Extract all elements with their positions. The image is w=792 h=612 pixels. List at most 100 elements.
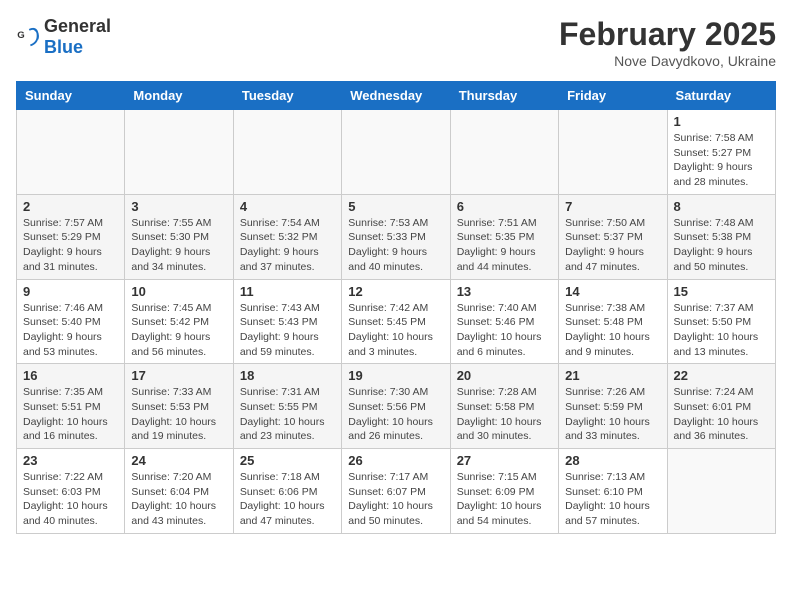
calendar-cell: 21 Sunrise: 7:26 AM Sunset: 5:59 PM Dayli…	[559, 364, 667, 449]
day-info: Sunrise: 7:57 AM Sunset: 5:29 PM Dayligh…	[23, 216, 118, 275]
calendar-cell	[17, 110, 125, 195]
day-number: 1	[674, 114, 769, 129]
day-info: Sunrise: 7:40 AM Sunset: 5:46 PM Dayligh…	[457, 301, 552, 360]
logo-blue: Blue	[44, 37, 83, 57]
day-number: 19	[348, 368, 443, 383]
calendar-cell: 15 Sunrise: 7:37 AM Sunset: 5:50 PM Dayli…	[667, 279, 775, 364]
calendar-cell: 14 Sunrise: 7:38 AM Sunset: 5:48 PM Dayli…	[559, 279, 667, 364]
day-number: 9	[23, 284, 118, 299]
day-info: Sunrise: 7:48 AM Sunset: 5:38 PM Dayligh…	[674, 216, 769, 275]
day-info: Sunrise: 7:33 AM Sunset: 5:53 PM Dayligh…	[131, 385, 226, 444]
day-header-thursday: Thursday	[450, 82, 558, 110]
calendar-cell: 5 Sunrise: 7:53 AM Sunset: 5:33 PM Daylig…	[342, 194, 450, 279]
day-info: Sunrise: 7:50 AM Sunset: 5:37 PM Dayligh…	[565, 216, 660, 275]
day-number: 25	[240, 453, 335, 468]
calendar-cell	[233, 110, 341, 195]
day-number: 6	[457, 199, 552, 214]
calendar-cell	[559, 110, 667, 195]
day-info: Sunrise: 7:13 AM Sunset: 6:10 PM Dayligh…	[565, 470, 660, 529]
day-number: 12	[348, 284, 443, 299]
calendar-cell: 1 Sunrise: 7:58 AM Sunset: 5:27 PM Daylig…	[667, 110, 775, 195]
calendar-cell: 8 Sunrise: 7:48 AM Sunset: 5:38 PM Daylig…	[667, 194, 775, 279]
calendar-cell: 3 Sunrise: 7:55 AM Sunset: 5:30 PM Daylig…	[125, 194, 233, 279]
calendar-cell: 25 Sunrise: 7:18 AM Sunset: 6:06 PM Dayli…	[233, 449, 341, 534]
month-title: February 2025	[559, 16, 776, 53]
calendar-cell	[125, 110, 233, 195]
day-info: Sunrise: 7:18 AM Sunset: 6:06 PM Dayligh…	[240, 470, 335, 529]
day-number: 27	[457, 453, 552, 468]
day-info: Sunrise: 7:26 AM Sunset: 5:59 PM Dayligh…	[565, 385, 660, 444]
day-header-friday: Friday	[559, 82, 667, 110]
calendar-cell	[450, 110, 558, 195]
day-info: Sunrise: 7:35 AM Sunset: 5:51 PM Dayligh…	[23, 385, 118, 444]
calendar-cell: 27 Sunrise: 7:15 AM Sunset: 6:09 PM Dayli…	[450, 449, 558, 534]
day-info: Sunrise: 7:42 AM Sunset: 5:45 PM Dayligh…	[348, 301, 443, 360]
day-number: 10	[131, 284, 226, 299]
calendar-cell	[667, 449, 775, 534]
calendar-cell: 6 Sunrise: 7:51 AM Sunset: 5:35 PM Daylig…	[450, 194, 558, 279]
day-number: 17	[131, 368, 226, 383]
day-number: 22	[674, 368, 769, 383]
day-info: Sunrise: 7:20 AM Sunset: 6:04 PM Dayligh…	[131, 470, 226, 529]
day-info: Sunrise: 7:38 AM Sunset: 5:48 PM Dayligh…	[565, 301, 660, 360]
day-number: 23	[23, 453, 118, 468]
calendar-cell: 2 Sunrise: 7:57 AM Sunset: 5:29 PM Daylig…	[17, 194, 125, 279]
calendar-cell: 23 Sunrise: 7:22 AM Sunset: 6:03 PM Dayli…	[17, 449, 125, 534]
calendar-cell: 9 Sunrise: 7:46 AM Sunset: 5:40 PM Daylig…	[17, 279, 125, 364]
day-info: Sunrise: 7:24 AM Sunset: 6:01 PM Dayligh…	[674, 385, 769, 444]
calendar-cell: 12 Sunrise: 7:42 AM Sunset: 5:45 PM Dayli…	[342, 279, 450, 364]
day-header-tuesday: Tuesday	[233, 82, 341, 110]
day-info: Sunrise: 7:31 AM Sunset: 5:55 PM Dayligh…	[240, 385, 335, 444]
calendar-cell: 26 Sunrise: 7:17 AM Sunset: 6:07 PM Dayli…	[342, 449, 450, 534]
day-info: Sunrise: 7:53 AM Sunset: 5:33 PM Dayligh…	[348, 216, 443, 275]
calendar-cell: 20 Sunrise: 7:28 AM Sunset: 5:58 PM Dayli…	[450, 364, 558, 449]
day-info: Sunrise: 7:51 AM Sunset: 5:35 PM Dayligh…	[457, 216, 552, 275]
calendar-cell: 11Sunrise: 7:43 AM Sunset: 5:43 PM Dayli…	[233, 279, 341, 364]
calendar-cell	[342, 110, 450, 195]
day-header-monday: Monday	[125, 82, 233, 110]
day-info: Sunrise: 7:55 AM Sunset: 5:30 PM Dayligh…	[131, 216, 226, 275]
day-number: 4	[240, 199, 335, 214]
day-number: 15	[674, 284, 769, 299]
calendar-cell: 19 Sunrise: 7:30 AM Sunset: 5:56 PM Dayli…	[342, 364, 450, 449]
calendar-cell: 28 Sunrise: 7:13 AM Sunset: 6:10 PM Dayli…	[559, 449, 667, 534]
day-number: 8	[674, 199, 769, 214]
day-info: Sunrise: 7:58 AM Sunset: 5:27 PM Dayligh…	[674, 131, 769, 190]
day-number: 7	[565, 199, 660, 214]
calendar-cell: 24Sunrise: 7:20 AM Sunset: 6:04 PM Dayli…	[125, 449, 233, 534]
day-number: 26	[348, 453, 443, 468]
day-number: 28	[565, 453, 660, 468]
day-info: Sunrise: 7:17 AM Sunset: 6:07 PM Dayligh…	[348, 470, 443, 529]
day-info: Sunrise: 7:22 AM Sunset: 6:03 PM Dayligh…	[23, 470, 118, 529]
day-info: Sunrise: 7:54 AM Sunset: 5:32 PM Dayligh…	[240, 216, 335, 275]
calendar-cell: 18 Sunrise: 7:31 AM Sunset: 5:55 PM Dayli…	[233, 364, 341, 449]
calendar-cell: 7 Sunrise: 7:50 AM Sunset: 5:37 PM Daylig…	[559, 194, 667, 279]
logo-general: General	[44, 16, 111, 36]
logo: G General Blue	[16, 16, 111, 58]
day-number: 16	[23, 368, 118, 383]
day-header-wednesday: Wednesday	[342, 82, 450, 110]
day-info: Sunrise: 7:43 AM Sunset: 5:43 PM Dayligh…	[240, 301, 335, 360]
day-number: 20	[457, 368, 552, 383]
day-number: 3	[131, 199, 226, 214]
day-number: 14	[565, 284, 660, 299]
calendar-cell: 4 Sunrise: 7:54 AM Sunset: 5:32 PM Daylig…	[233, 194, 341, 279]
calendar-cell: 10Sunrise: 7:45 AM Sunset: 5:42 PM Dayli…	[125, 279, 233, 364]
calendar-cell: 17 Sunrise: 7:33 AM Sunset: 5:53 PM Dayli…	[125, 364, 233, 449]
day-number: 2	[23, 199, 118, 214]
day-info: Sunrise: 7:28 AM Sunset: 5:58 PM Dayligh…	[457, 385, 552, 444]
day-header-saturday: Saturday	[667, 82, 775, 110]
title-block: February 2025 Nove Davydkovo, Ukraine	[559, 16, 776, 69]
svg-text:G: G	[17, 30, 24, 41]
day-info: Sunrise: 7:30 AM Sunset: 5:56 PM Dayligh…	[348, 385, 443, 444]
day-info: Sunrise: 7:15 AM Sunset: 6:09 PM Dayligh…	[457, 470, 552, 529]
subtitle: Nove Davydkovo, Ukraine	[559, 53, 776, 69]
day-number: 18	[240, 368, 335, 383]
day-info: Sunrise: 7:46 AM Sunset: 5:40 PM Dayligh…	[23, 301, 118, 360]
day-number: 5	[348, 199, 443, 214]
day-header-sunday: Sunday	[17, 82, 125, 110]
calendar-cell: 16 Sunrise: 7:35 AM Sunset: 5:51 PM Dayli…	[17, 364, 125, 449]
day-number: 21	[565, 368, 660, 383]
day-number: 13	[457, 284, 552, 299]
day-info: Sunrise: 7:37 AM Sunset: 5:50 PM Dayligh…	[674, 301, 769, 360]
